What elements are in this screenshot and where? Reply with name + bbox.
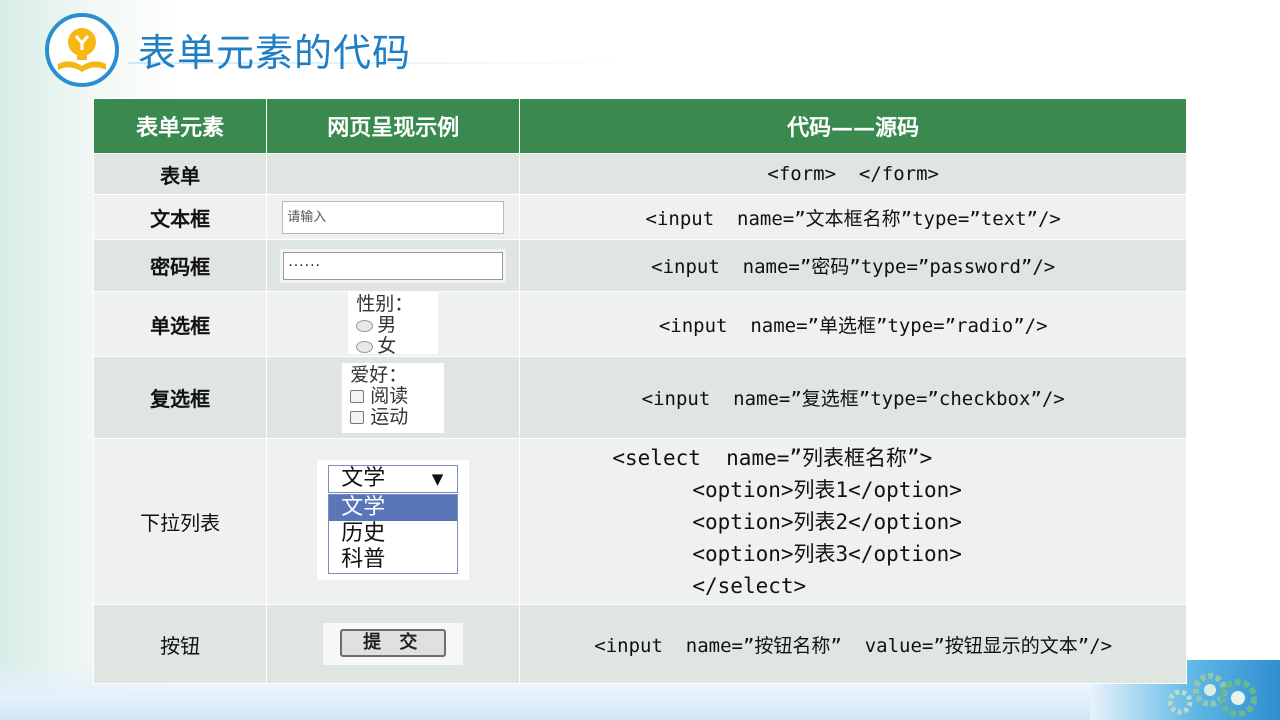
demo-select-option[interactable]: 文学 <box>329 494 458 521</box>
row-element-label: 表单 <box>92 153 268 195</box>
table-row: 表单 <form> </form> <box>92 153 1187 195</box>
demo-select[interactable]: 文学 ▼ 文学 历史 科普 <box>317 459 470 580</box>
row-demo: 爱好： 阅读 运动 <box>266 356 521 439</box>
demo-radio-option[interactable]: 男 <box>356 315 430 336</box>
demo-checkbox-label: 爱好： <box>350 363 408 386</box>
header-element: 表单元素 <box>92 98 268 154</box>
row-demo: 性别： 男 女 <box>266 291 521 357</box>
demo-password-input[interactable]: ······ <box>280 248 507 283</box>
form-elements-table: 表单元素 网页呈现示例 代码——源码 表单 <form> </form> 文本框… <box>92 98 1187 684</box>
checkbox-icon[interactable] <box>350 410 365 424</box>
code-line: </select> <box>692 573 807 598</box>
row-element-label: 按钮 <box>92 604 268 684</box>
demo-select-options: 文学 历史 科普 <box>328 493 459 574</box>
demo-submit-button[interactable]: 提 交 <box>340 629 447 657</box>
header-code: 代码——源码 <box>519 98 1187 154</box>
demo-checkbox-option[interactable]: 阅读 <box>350 385 436 407</box>
row-code: <form> </form> <box>519 153 1187 195</box>
row-element-label: 密码框 <box>92 239 268 292</box>
header-demo: 网页呈现示例 <box>266 98 521 154</box>
row-demo: ······ <box>266 239 521 292</box>
row-code: <select name=”列表框名称”> <option>列表1</optio… <box>519 438 1187 605</box>
table-header-row: 表单元素 网页呈现示例 代码——源码 <box>92 98 1187 154</box>
radio-icon[interactable] <box>356 340 374 353</box>
code-line: <option>列表2</option> <box>692 509 962 534</box>
row-element-label: 文本框 <box>92 194 268 240</box>
table-row: 复选框 爱好： 阅读 运动 <input name=”复选框”type=”che… <box>92 356 1187 439</box>
row-code: <input name=”文本框名称”type=”text”/> <box>519 194 1187 240</box>
lightbulb-book-logo-icon <box>45 13 119 87</box>
demo-radio-label: 性别： <box>356 293 414 315</box>
demo-radio-option[interactable]: 女 <box>356 336 430 357</box>
row-code: <input name=”密码”type=”password”/> <box>519 239 1187 292</box>
demo-select-current[interactable]: 文学 ▼ <box>328 464 459 493</box>
row-element-label: 下拉列表 <box>92 438 268 605</box>
row-code: <input name=”按钮名称” value=”按钮显示的文本”/> <box>519 604 1187 684</box>
demo-select-option[interactable]: 科普 <box>329 547 457 573</box>
dropdown-arrow-icon[interactable]: ▼ <box>432 466 444 492</box>
demo-radio-group: 性别： 男 女 <box>348 292 439 357</box>
demo-checkbox-option[interactable]: 运动 <box>350 406 436 428</box>
row-demo: 文学 ▼ 文学 历史 科普 <box>266 438 521 605</box>
table-row: 密码框 ······ <input name=”密码”type=”passwor… <box>92 239 1187 292</box>
table-row: 单选框 性别： 男 女 <input name=”单选框”type=”radio… <box>92 291 1187 357</box>
code-line: <option>列表3</option> <box>692 541 962 566</box>
row-code: <input name=”复选框”type=”checkbox”/> <box>519 356 1187 439</box>
demo-button-wrap: 提 交 <box>323 623 464 665</box>
demo-select-option[interactable]: 历史 <box>329 521 457 547</box>
demo-checkbox-group: 爱好： 阅读 运动 <box>342 362 445 433</box>
radio-icon[interactable] <box>356 319 374 332</box>
table-row: 下拉列表 文学 ▼ 文学 历史 科普 <select name=”列表框名称”>… <box>92 438 1187 605</box>
row-demo-empty <box>266 153 521 195</box>
page-title: 表单元素的代码 <box>138 31 412 75</box>
row-element-label: 单选框 <box>92 291 268 357</box>
demo-text-input[interactable]: 请输入 <box>282 200 505 234</box>
row-demo: 请输入 <box>266 194 521 240</box>
checkbox-icon[interactable] <box>350 389 365 403</box>
code-line: <select name=”列表框名称”> <box>612 445 933 470</box>
row-demo: 提 交 <box>266 604 521 684</box>
table-row: 文本框 请输入 <input name=”文本框名称”type=”text”/> <box>92 194 1187 240</box>
row-code: <input name=”单选框”type=”radio”/> <box>519 291 1187 357</box>
row-element-label: 复选框 <box>92 356 268 439</box>
table-row: 按钮 提 交 <input name=”按钮名称” value=”按钮显示的文本… <box>92 604 1187 684</box>
code-line: <option>列表1</option> <box>692 477 962 502</box>
